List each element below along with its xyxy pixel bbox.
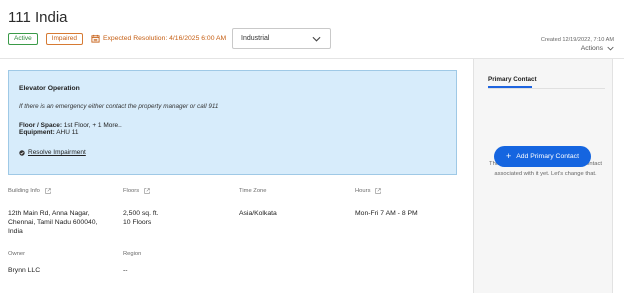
building-address-line: India xyxy=(8,228,23,236)
status-row: Active Impaired Expected Resolution: 4/1… xyxy=(8,32,226,45)
building-info-label: Building Info xyxy=(8,188,118,194)
tab-primary-contact[interactable]: Primary Contact xyxy=(488,76,537,83)
floors-label: Floors xyxy=(123,188,233,194)
floors-label-text: Floors xyxy=(123,188,140,194)
page-title: 111 India xyxy=(8,9,68,26)
building-address-line: Chennai, Tamil Nadu 600040, xyxy=(8,219,98,227)
alert-title: Elevator Operation xyxy=(19,85,80,92)
plus-icon: + xyxy=(506,151,512,161)
floors-area: 2,500 sq. ft. xyxy=(123,210,159,217)
equipment-value: AHU 11 xyxy=(54,129,79,136)
active-badge: Active xyxy=(8,32,38,45)
tab-divider xyxy=(488,88,605,89)
floors-count: 10 Floors xyxy=(123,219,152,227)
hours-section: Hours Mon-Fri 7 AM - 8 PM xyxy=(355,188,465,218)
floors-section: Floors 2,500 sq. ft. 10 Floors xyxy=(123,188,233,227)
hours-label-text: Hours xyxy=(355,188,371,194)
hours-label: Hours xyxy=(355,188,465,194)
time-zone-value: Asia/Kolkata xyxy=(239,210,277,217)
equipment-label: Equipment: xyxy=(19,129,55,136)
owner-label: Owner xyxy=(8,251,26,257)
expected-resolution: Expected Resolution: 4/16/2025 6:00 AM xyxy=(91,34,226,43)
floor-space-value[interactable]: 1st Floor, + 1 More.. xyxy=(62,122,122,129)
external-link-icon[interactable] xyxy=(375,188,382,194)
floor-space-label: Floor / Space: xyxy=(19,122,62,129)
building-type-value: Industrial xyxy=(241,35,270,42)
time-zone-label: Time Zone xyxy=(239,188,267,194)
building-address-line: 12th Main Rd, Anna Nagar, xyxy=(8,210,90,217)
building-info-section: Building Info 12th Main Rd, Anna Nagar, … xyxy=(8,188,118,237)
expected-resolution-text: Expected Resolution: 4/16/2025 6:00 AM xyxy=(103,35,227,42)
hours-value: Mon-Fri 7 AM - 8 PM xyxy=(355,210,418,217)
time-zone-section: Time Zone Asia/Kolkata xyxy=(239,188,349,218)
check-circle-icon xyxy=(19,149,25,156)
resolve-impairment[interactable]: Resolve Impairment xyxy=(19,149,446,156)
add-primary-contact-button[interactable]: + Add Primary Contact xyxy=(494,146,591,167)
chevron-down-icon xyxy=(607,46,614,51)
calendar-icon xyxy=(91,34,100,43)
chevron-down-icon xyxy=(312,36,321,42)
region-section: Region -- xyxy=(123,251,233,275)
actions-menu[interactable]: Actions xyxy=(581,45,614,52)
owner-value: Brynn LLC xyxy=(8,267,41,274)
owner-section: Owner Brynn LLC xyxy=(8,251,118,275)
floor-space: Floor / Space: 1st Floor, + 1 More.. xyxy=(19,122,446,129)
created-timestamp: Created 12/19/2022, 7:10 AM xyxy=(540,37,614,43)
impaired-badge: Impaired xyxy=(45,32,83,45)
alert-message: If there is an emergency either contact … xyxy=(19,103,219,110)
external-link-icon[interactable] xyxy=(144,188,150,194)
external-link-icon[interactable] xyxy=(45,188,51,194)
resolve-impairment-link[interactable]: Resolve Impairment xyxy=(28,149,86,156)
equipment: Equipment: AHU 11 xyxy=(19,129,446,136)
impairment-alert: Elevator Operation If there is an emerge… xyxy=(8,70,457,175)
actions-label: Actions xyxy=(580,45,603,52)
region-value: -- xyxy=(123,267,128,274)
add-primary-contact-label: Add Primary Contact xyxy=(516,153,579,160)
building-info-label-text: Building Info xyxy=(8,188,40,194)
primary-contact-panel: Primary Contact This building doesn't ha… xyxy=(473,59,613,293)
building-type-select[interactable]: Industrial xyxy=(232,28,331,49)
region-label: Region xyxy=(123,251,142,257)
